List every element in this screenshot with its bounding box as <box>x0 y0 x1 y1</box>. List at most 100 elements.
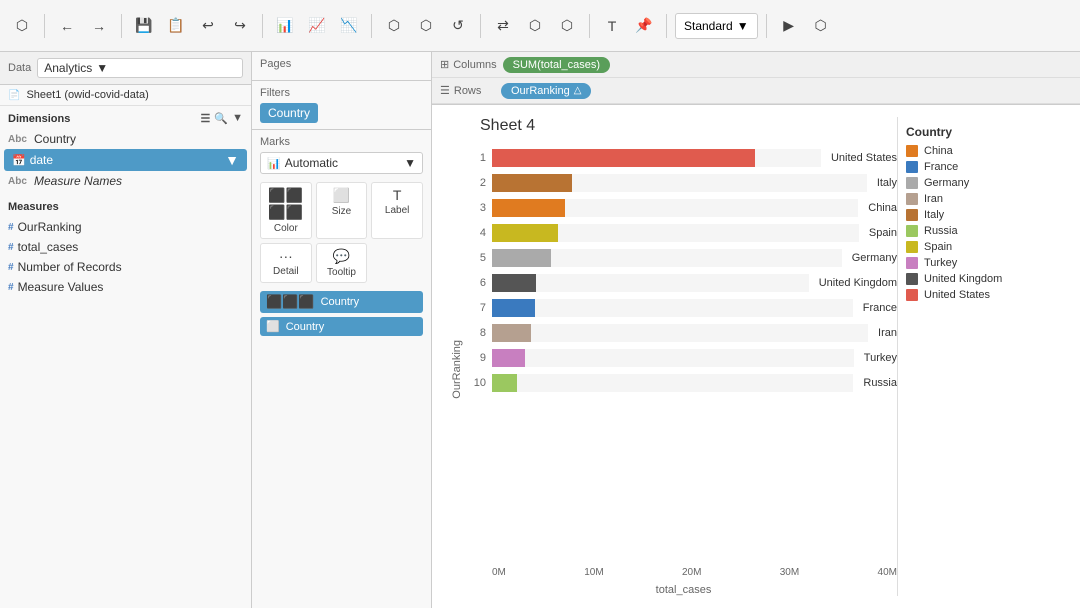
bar-row: 8 Iran <box>470 322 897 344</box>
tableau-logo-btn[interactable]: ⬡ <box>8 12 36 40</box>
fit-btn[interactable]: ⬡ <box>553 12 581 40</box>
marks-chip-color-country[interactable]: ⬛⬛⬛ Country <box>260 291 423 313</box>
numrecords-icon: # <box>8 262 14 273</box>
save-btn[interactable]: 💾 <box>130 12 158 40</box>
legend-swatch <box>906 209 918 221</box>
extract-btn[interactable]: ⬡ <box>412 12 440 40</box>
dimensions-expand-btn[interactable]: ▼ <box>232 112 243 125</box>
sort-btn[interactable]: ⬡ <box>521 12 549 40</box>
forward-btn[interactable]: → <box>85 12 113 40</box>
analytics-dropdown[interactable]: Analytics ▼ <box>37 58 243 78</box>
x-axis-tick: 30M <box>780 567 799 578</box>
legend-item[interactable]: United Kingdom <box>906 273 1064 285</box>
bar-outer[interactable] <box>492 224 859 242</box>
save-as-btn[interactable]: 📋 <box>162 12 190 40</box>
legend-item[interactable]: Spain <box>906 241 1064 253</box>
divider-1 <box>44 14 45 38</box>
marks-type-dropdown[interactable]: 📊 Automatic ▼ <box>260 152 423 174</box>
legend-item[interactable]: China <box>906 145 1064 157</box>
measure-measure-values[interactable]: # Measure Values <box>0 277 251 297</box>
rows-pill-label: OurRanking <box>511 85 570 97</box>
country-type: Abc <box>8 134 30 145</box>
swap-btn[interactable]: ⇄ <box>489 12 517 40</box>
label-icon: T <box>393 187 402 203</box>
redo-btn[interactable]: ↪ <box>226 12 254 40</box>
undo-btn[interactable]: ↩ <box>194 12 222 40</box>
back-btn[interactable]: ← <box>53 12 81 40</box>
bar-label: Iran <box>878 327 897 339</box>
bar-outer[interactable] <box>492 249 842 267</box>
refresh-btn[interactable]: ↺ <box>444 12 472 40</box>
filters-section: Filters Country <box>252 81 431 130</box>
bar-outer[interactable] <box>492 274 809 292</box>
marks-label-btn[interactable]: T Label <box>371 182 423 239</box>
data-label: Data <box>8 62 31 74</box>
divider-3 <box>262 14 263 38</box>
chip-color-label: Country <box>321 296 360 308</box>
marks-chip-detail-country[interactable]: ⬜ Country <box>260 317 423 336</box>
fullscreen-btn[interactable]: ⬡ <box>807 12 835 40</box>
shelf-area: ⊞ Columns SUM(total_cases) ☰ Rows OurRan… <box>432 52 1080 105</box>
legend-item[interactable]: Iran <box>906 193 1064 205</box>
rows-pill[interactable]: OurRanking △ <box>501 83 591 99</box>
columns-pill[interactable]: SUM(total_cases) <box>503 57 610 73</box>
bar-outer[interactable] <box>492 324 868 342</box>
color-icon: ⬛⬛⬛⬛ <box>268 187 303 221</box>
bar-outer[interactable] <box>492 174 867 192</box>
present-btn[interactable]: ▶ <box>775 12 803 40</box>
measure-number-of-records[interactable]: # Number of Records <box>0 257 251 277</box>
bar-outer[interactable] <box>492 199 858 217</box>
bar-outer[interactable] <box>492 349 854 367</box>
legend-item[interactable]: United States <box>906 289 1064 301</box>
marks-chart-icon: 📊 <box>267 157 281 170</box>
marks-detail-btn[interactable]: ··· Detail <box>260 243 312 283</box>
dimension-country[interactable]: Abc Country <box>0 129 251 149</box>
bar-outer[interactable] <box>492 149 821 167</box>
marks-title: Marks <box>260 136 423 148</box>
legend-label: Turkey <box>924 257 957 269</box>
marks-tooltip-btn[interactable]: 💬 Tooltip <box>316 243 368 283</box>
legend-label: Iran <box>924 193 943 205</box>
bar-outer[interactable] <box>492 374 853 392</box>
chart2-btn[interactable]: 📈 <box>303 12 331 40</box>
tooltip-icon: 💬 <box>333 248 350 265</box>
dimension-date[interactable]: 📅 date ▼ <box>4 149 247 171</box>
legend-label: China <box>924 145 953 157</box>
bar-fill <box>492 224 558 242</box>
chart-btn[interactable]: 📊 <box>271 12 299 40</box>
pin-btn[interactable]: 📌 <box>630 12 658 40</box>
dimensions-search-btn[interactable]: 🔍 <box>214 112 228 125</box>
chart3-btn[interactable]: 📉 <box>335 12 363 40</box>
bar-rank: 6 <box>470 277 486 289</box>
bar-label: Turkey <box>864 352 897 364</box>
ourranking-icon: # <box>8 222 14 233</box>
marks-size-btn[interactable]: ⬜ Size <box>316 182 368 239</box>
text-btn[interactable]: T <box>598 12 626 40</box>
x-axis-title: total_cases <box>470 584 897 596</box>
legend-item[interactable]: Italy <box>906 209 1064 221</box>
marks-chips: ⬛⬛⬛ Country ⬜ Country <box>260 291 423 336</box>
legend-item[interactable]: Turkey <box>906 257 1064 269</box>
legend-label: Spain <box>924 241 952 253</box>
legend-item[interactable]: France <box>906 161 1064 173</box>
dimensions-label: Dimensions <box>8 113 70 125</box>
measure-total-cases[interactable]: # total_cases <box>0 237 251 257</box>
dimension-measure-names[interactable]: Abc Measure Names <box>0 171 251 191</box>
measure-ourranking[interactable]: # OurRanking <box>0 217 251 237</box>
toolbar: ⬡ ← → 💾 📋 ↩ ↪ 📊 📈 📉 ⬡ ⬡ ↺ ⇄ ⬡ ⬡ T 📌 Stan… <box>0 0 1080 52</box>
legend-label: Italy <box>924 209 944 221</box>
connect-btn[interactable]: ⬡ <box>380 12 408 40</box>
bar-fill <box>492 274 536 292</box>
dimensions-list-btn[interactable]: ☰ <box>201 112 211 125</box>
filter-country-chip[interactable]: Country <box>260 103 318 123</box>
view-dropdown[interactable]: Standard ▼ <box>675 13 758 39</box>
legend-item[interactable]: Russia <box>906 225 1064 237</box>
rows-label: ☰ Rows <box>440 84 495 97</box>
bar-row: 3 China <box>470 197 897 219</box>
bar-rank: 9 <box>470 352 486 364</box>
bar-outer[interactable] <box>492 299 853 317</box>
legend-swatch <box>906 257 918 269</box>
marks-color-btn[interactable]: ⬛⬛⬛⬛ Color <box>260 182 312 239</box>
middle-panel: Pages Filters Country Marks 📊 Automatic … <box>252 52 432 608</box>
legend-item[interactable]: Germany <box>906 177 1064 189</box>
